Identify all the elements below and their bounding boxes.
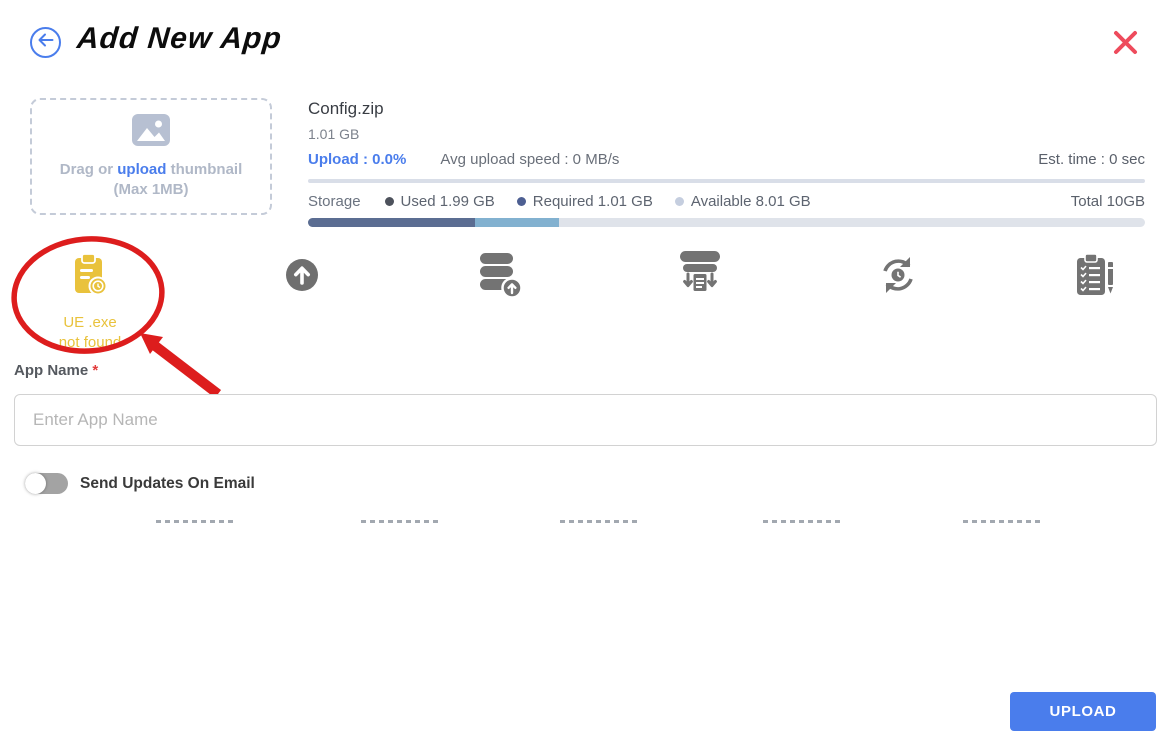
app-name-input[interactable] (14, 394, 1157, 446)
step-connector (963, 520, 1043, 523)
dropzone-text: Drag or upload thumbnail (32, 161, 270, 178)
upload-progress-label: Upload : 0.0% (308, 151, 406, 168)
drop-text-prefix: Drag or (60, 161, 113, 178)
pipeline-step-sync (823, 248, 973, 302)
warning-line-2: not found (15, 333, 165, 353)
legend-available: Available 8.01 GB (675, 193, 811, 210)
file-upload-panel: Config.zip 1.01 GB Upload : 0.0% Avg upl… (308, 99, 1145, 227)
storage-used-segment (308, 218, 475, 227)
pipeline-step-report (1020, 248, 1169, 302)
used-bullet-icon (385, 197, 394, 206)
step-warning-caption: UE .exe not found (15, 313, 165, 354)
required-bullet-icon (517, 197, 526, 206)
upload-button[interactable]: UPLOAD (1010, 692, 1156, 731)
avg-upload-speed: Avg upload speed : 0 MB/s (440, 151, 619, 168)
legend-used-label: Used 1.99 GB (401, 193, 495, 210)
arrow-left-icon (37, 33, 54, 52)
available-bullet-icon (675, 197, 684, 206)
email-updates-label: Send Updates On Email (80, 475, 255, 493)
storage-required-segment (475, 218, 560, 227)
file-name: Config.zip (308, 99, 1145, 119)
add-new-app-dialog: Add New App Drag or upload thumbnail (Ma… (0, 0, 1169, 750)
clipboard-checklist-icon (1020, 248, 1169, 302)
step-connector (361, 520, 441, 523)
legend-used: Used 1.99 GB (385, 193, 495, 210)
toggle-knob (25, 473, 46, 494)
estimated-time: Est. time : 0 sec (1038, 151, 1145, 168)
step-connector (156, 520, 236, 523)
back-button[interactable] (30, 27, 61, 58)
database-upload-icon (425, 248, 575, 302)
file-size: 1.01 GB (308, 126, 1145, 142)
legend-available-label: Available 8.01 GB (691, 193, 811, 210)
thumbnail-dropzone[interactable]: Drag or upload thumbnail (Max 1MB) (30, 98, 272, 215)
legend-required: Required 1.01 GB (517, 193, 653, 210)
app-name-label: App Name * (14, 362, 98, 379)
page-title: Add New App (76, 22, 284, 56)
pipeline-step-extract (625, 248, 775, 302)
step-connector (560, 520, 640, 523)
storage-label: Storage (308, 193, 361, 210)
warning-line-1: UE .exe (15, 313, 165, 333)
pipeline-step-store (425, 248, 575, 302)
image-icon (131, 134, 171, 151)
step-connector (763, 520, 843, 523)
legend-required-label: Required 1.01 GB (533, 193, 653, 210)
clipboard-clock-icon (15, 248, 165, 302)
sync-clock-icon (823, 248, 973, 302)
upload-circle-icon (227, 248, 377, 302)
email-updates-toggle[interactable] (25, 473, 68, 494)
upload-progress-bar (308, 179, 1145, 183)
required-asterisk: * (92, 362, 98, 379)
storage-usage-bar (308, 218, 1145, 227)
upload-thumbnail-link[interactable]: upload (117, 161, 166, 178)
storage-total: Total 10GB (1071, 193, 1145, 210)
upload-pipeline: UE .exe not found (0, 248, 1169, 358)
close-icon[interactable] (1111, 29, 1140, 58)
pipeline-step-upload (227, 248, 377, 302)
drop-text-suffix: thumbnail (171, 161, 243, 178)
pipeline-step-exe-check: UE .exe not found (15, 248, 165, 354)
app-name-label-text: App Name (14, 362, 88, 379)
max-size-note: (Max 1MB) (32, 181, 270, 198)
database-extract-icon (625, 248, 775, 302)
